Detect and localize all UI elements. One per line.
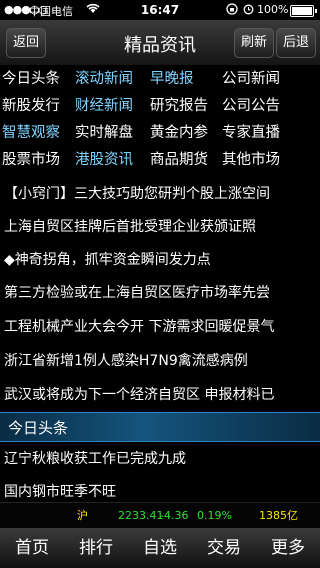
- category-item[interactable]: 商品期货: [150, 147, 208, 174]
- tab-home[interactable]: 首页: [0, 528, 64, 568]
- category-item[interactable]: 黄金内参: [150, 120, 208, 147]
- news-item[interactable]: 工程机械产业大会今开 下游需求回暖促景气: [0, 311, 320, 343]
- category-item[interactable]: 公司公告: [222, 93, 280, 120]
- tab-trade[interactable]: 交易: [192, 528, 256, 568]
- ticker-percent: 0.19%: [197, 509, 232, 522]
- category-item[interactable]: 早晚报: [150, 66, 194, 93]
- category-item[interactable]: 研究报告: [150, 93, 208, 120]
- navigation-bar: 返回 精品资讯 刷新 后退: [0, 20, 320, 66]
- section-header-headlines: 今日头条: [0, 412, 320, 442]
- category-item[interactable]: 今日头条: [2, 66, 60, 93]
- tab-watchlist[interactable]: 自选: [128, 528, 192, 568]
- category-item[interactable]: 智慧观察: [2, 120, 60, 147]
- category-item[interactable]: 实时解盘: [75, 120, 133, 147]
- headline-item[interactable]: 辽宁秋粮收获工作已完成九成: [0, 443, 320, 475]
- status-bar: ●●●○○ 中国电信 16:47 100%: [0, 0, 320, 20]
- news-item[interactable]: 【小窍门】三大技巧助您研判个股上涨空间: [0, 178, 320, 210]
- category-item[interactable]: 新股发行: [2, 93, 60, 120]
- battery-percent: 100%: [257, 3, 289, 16]
- news-item[interactable]: 上海自贸区挂牌后首批受理企业获颁证照: [0, 211, 320, 243]
- market-ticker[interactable]: 沪 2233.41 -4.36 0.19% 1385亿: [0, 502, 320, 529]
- refresh-button[interactable]: 刷新: [234, 28, 274, 58]
- news-item[interactable]: 武汉或将成为下一个经济自贸区 申报材料已: [0, 379, 320, 411]
- tab-bar: 首页 排行 自选 交易 更多: [0, 528, 320, 568]
- category-item[interactable]: 公司新闻: [222, 66, 280, 93]
- ticker-index: 2233.41: [118, 509, 164, 522]
- tab-more[interactable]: 更多: [256, 528, 320, 568]
- alarm-icon: [243, 3, 254, 18]
- news-item[interactable]: 浙江省新增1例人感染H7N9禽流感病例: [0, 345, 320, 377]
- back-history-button[interactable]: 后退: [276, 28, 316, 58]
- category-item[interactable]: 财经新闻: [75, 93, 133, 120]
- section-title: 今日头条: [8, 419, 69, 437]
- category-item[interactable]: 滚动新闻: [75, 66, 133, 93]
- ticker-market: 沪: [77, 509, 88, 522]
- category-item[interactable]: 港股资讯: [75, 147, 133, 174]
- category-grid: 今日头条 滚动新闻 早晚报 公司新闻 新股发行 财经新闻 研究报告 公司公告 智…: [0, 66, 320, 174]
- battery-level-fill: [292, 7, 312, 15]
- tab-ranking[interactable]: 排行: [64, 528, 128, 568]
- news-item[interactable]: 第三方检验或在上海自贸区医疗市场率先尝: [0, 277, 320, 309]
- battery-icon: [290, 5, 317, 17]
- category-item[interactable]: 其他市场: [222, 147, 280, 174]
- ticker-volume: 1385亿: [259, 509, 298, 522]
- ticker-change: -4.36: [160, 509, 189, 522]
- category-item[interactable]: 专家直播: [222, 120, 280, 147]
- category-item[interactable]: 股票市场: [2, 147, 60, 174]
- rotation-lock-icon: [226, 3, 238, 18]
- news-item[interactable]: ◆神奇拐角，抓牢资金瞬间发力点: [0, 244, 320, 276]
